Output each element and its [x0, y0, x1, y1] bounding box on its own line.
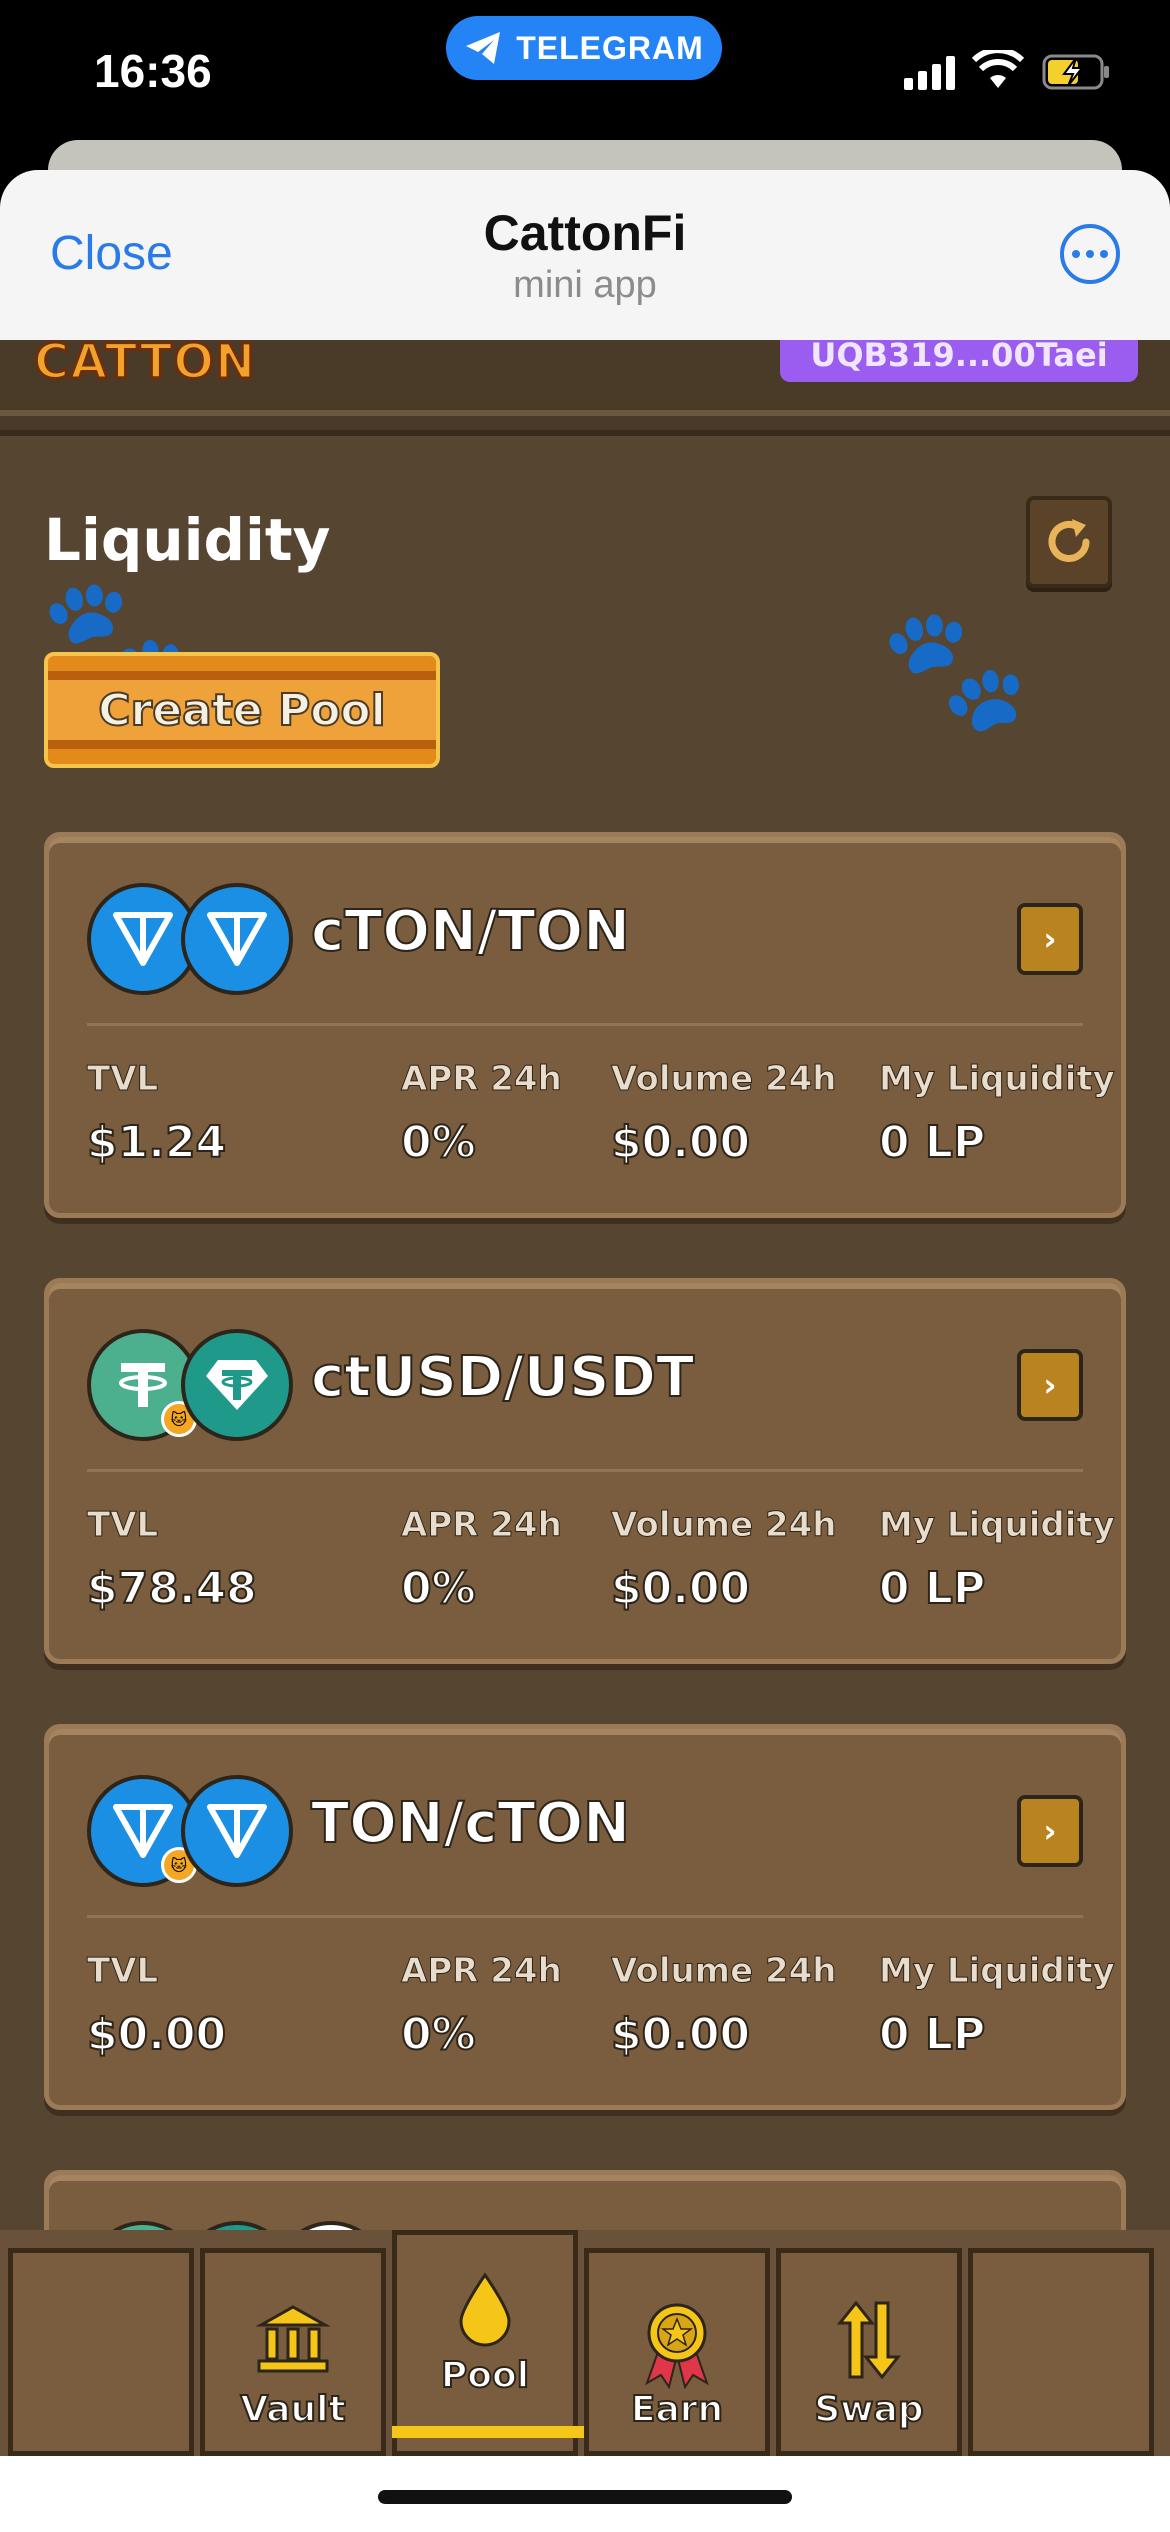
tvl-label: TVL	[86, 1505, 159, 1546]
telegram-plane-icon	[466, 32, 501, 64]
volume-label: Volume 24h	[611, 1059, 838, 1100]
pool-token-icons: 🐱	[87, 1329, 297, 1447]
battery-charging-icon	[1042, 54, 1109, 90]
my-liquidity-value: 0 LP	[878, 1116, 986, 1169]
droplet-icon	[459, 2272, 511, 2347]
pool-pair-name: TON/cTON	[310, 1790, 631, 1857]
ton-icon	[181, 1775, 293, 1887]
pool-token-icons: 🐱	[87, 1775, 297, 1893]
medal-icon	[645, 2303, 709, 2389]
bottom-nav: Vault Pool Earn Swap	[0, 2230, 1170, 2456]
apr-value: 0%	[400, 2008, 477, 2061]
pool-pair-name: ctUSD/USDT	[310, 1344, 695, 1411]
my-liquidity-label: My Liquidity	[879, 1505, 1116, 1546]
nav-plank-empty	[968, 2248, 1154, 2456]
refresh-button[interactable]	[1026, 496, 1112, 588]
nav-label: Pool	[440, 2354, 530, 2397]
create-pool-button[interactable]: Create Pool	[44, 652, 440, 768]
status-bar: 16:36 TELEGRAM	[0, 0, 1170, 200]
tvl-value: $0.00	[86, 2008, 227, 2061]
my-liquidity-value: 0 LP	[878, 2008, 986, 2061]
ton-icon	[181, 883, 293, 995]
volume-label: Volume 24h	[611, 1505, 838, 1546]
volume-value: $0.00	[610, 2008, 751, 2061]
wallet-address-button[interactable]: UQB319...00Taei	[780, 340, 1138, 382]
card-divider	[87, 1915, 1083, 1918]
nav-item-vault[interactable]: Vault	[200, 2248, 386, 2456]
pool-card[interactable]: 🐱 ctUSD/USDT › TVL APR 24h Volume 24h My…	[44, 1278, 1126, 1664]
paw-print-decoration: 🐾	[880, 600, 1030, 739]
app-top-bar: CATTON UQB319...00Taei	[0, 340, 1170, 436]
apr-value: 0%	[400, 1116, 477, 1169]
apr-label: APR 24h	[401, 1059, 563, 1100]
pool-pair-name: cTON/TON	[310, 898, 631, 965]
bank-icon	[255, 2305, 331, 2373]
mini-app-title: CattonFi	[483, 205, 687, 261]
tvl-label: TVL	[86, 1059, 159, 1100]
chevron-right-icon: ›	[1043, 1366, 1057, 1404]
card-divider	[87, 1023, 1083, 1026]
telegram-pill[interactable]: TELEGRAM	[446, 16, 722, 80]
signal-icon	[904, 56, 955, 90]
my-liquidity-label: My Liquidity	[879, 1951, 1116, 1992]
volume-value: $0.00	[610, 1116, 751, 1169]
nav-label: Earn	[630, 2388, 724, 2431]
more-options-button[interactable]	[1060, 224, 1120, 284]
telegram-header: Close CattonFi mini app	[0, 170, 1170, 340]
tvl-value: $78.48	[86, 1562, 258, 1615]
pool-details-button[interactable]: ›	[1017, 1795, 1083, 1867]
tvl-label: TVL	[86, 1951, 159, 1992]
catton-logo: CATTON	[32, 340, 257, 392]
nav-item-pool[interactable]: Pool	[392, 2230, 578, 2456]
volume-label: Volume 24h	[611, 1951, 838, 1992]
card-divider	[87, 1469, 1083, 1472]
apr-label: APR 24h	[401, 1951, 563, 1992]
nav-item-earn[interactable]: Earn	[584, 2248, 770, 2456]
app-content: 🐾 🐾 🐾 🐾 CATTON UQB319...00Taei Liquidity…	[0, 340, 1170, 2450]
my-liquidity-value: 0 LP	[878, 1562, 986, 1615]
tether-icon	[181, 1329, 293, 1441]
refresh-icon	[1048, 519, 1090, 562]
status-time: 16:36	[94, 45, 212, 97]
my-liquidity-label: My Liquidity	[879, 1059, 1116, 1100]
mini-app-subtitle: mini app	[513, 264, 657, 306]
telegram-pill-label: TELEGRAM	[516, 29, 704, 66]
volume-value: $0.00	[610, 1562, 751, 1615]
home-indicator[interactable]	[378, 2490, 792, 2504]
pool-card[interactable]: cTON/TON › TVL APR 24h Volume 24h My Liq…	[44, 832, 1126, 1218]
apr-value: 0%	[400, 1562, 477, 1615]
wifi-icon	[972, 50, 1024, 88]
pool-token-icons	[87, 883, 297, 1001]
nav-item-swap[interactable]: Swap	[776, 2248, 962, 2456]
apr-label: APR 24h	[401, 1505, 563, 1546]
create-pool-label: Create Pool	[97, 684, 387, 737]
pool-details-button[interactable]: ›	[1017, 903, 1083, 975]
pool-details-button[interactable]: ›	[1017, 1349, 1083, 1421]
page-title: Liquidity	[44, 506, 331, 574]
nav-plank-empty	[8, 2248, 194, 2456]
nav-label: Vault	[239, 2388, 346, 2431]
tvl-value: $1.24	[86, 1116, 227, 1169]
chevron-right-icon: ›	[1043, 1812, 1057, 1850]
active-tab-indicator	[392, 2426, 584, 2438]
swap-arrows-icon	[836, 2300, 902, 2380]
nav-label: Swap	[813, 2388, 924, 2431]
chevron-right-icon: ›	[1043, 920, 1057, 958]
pool-card[interactable]: 🐱 TON/cTON › TVL APR 24h Volume 24h My L…	[44, 1724, 1126, 2110]
